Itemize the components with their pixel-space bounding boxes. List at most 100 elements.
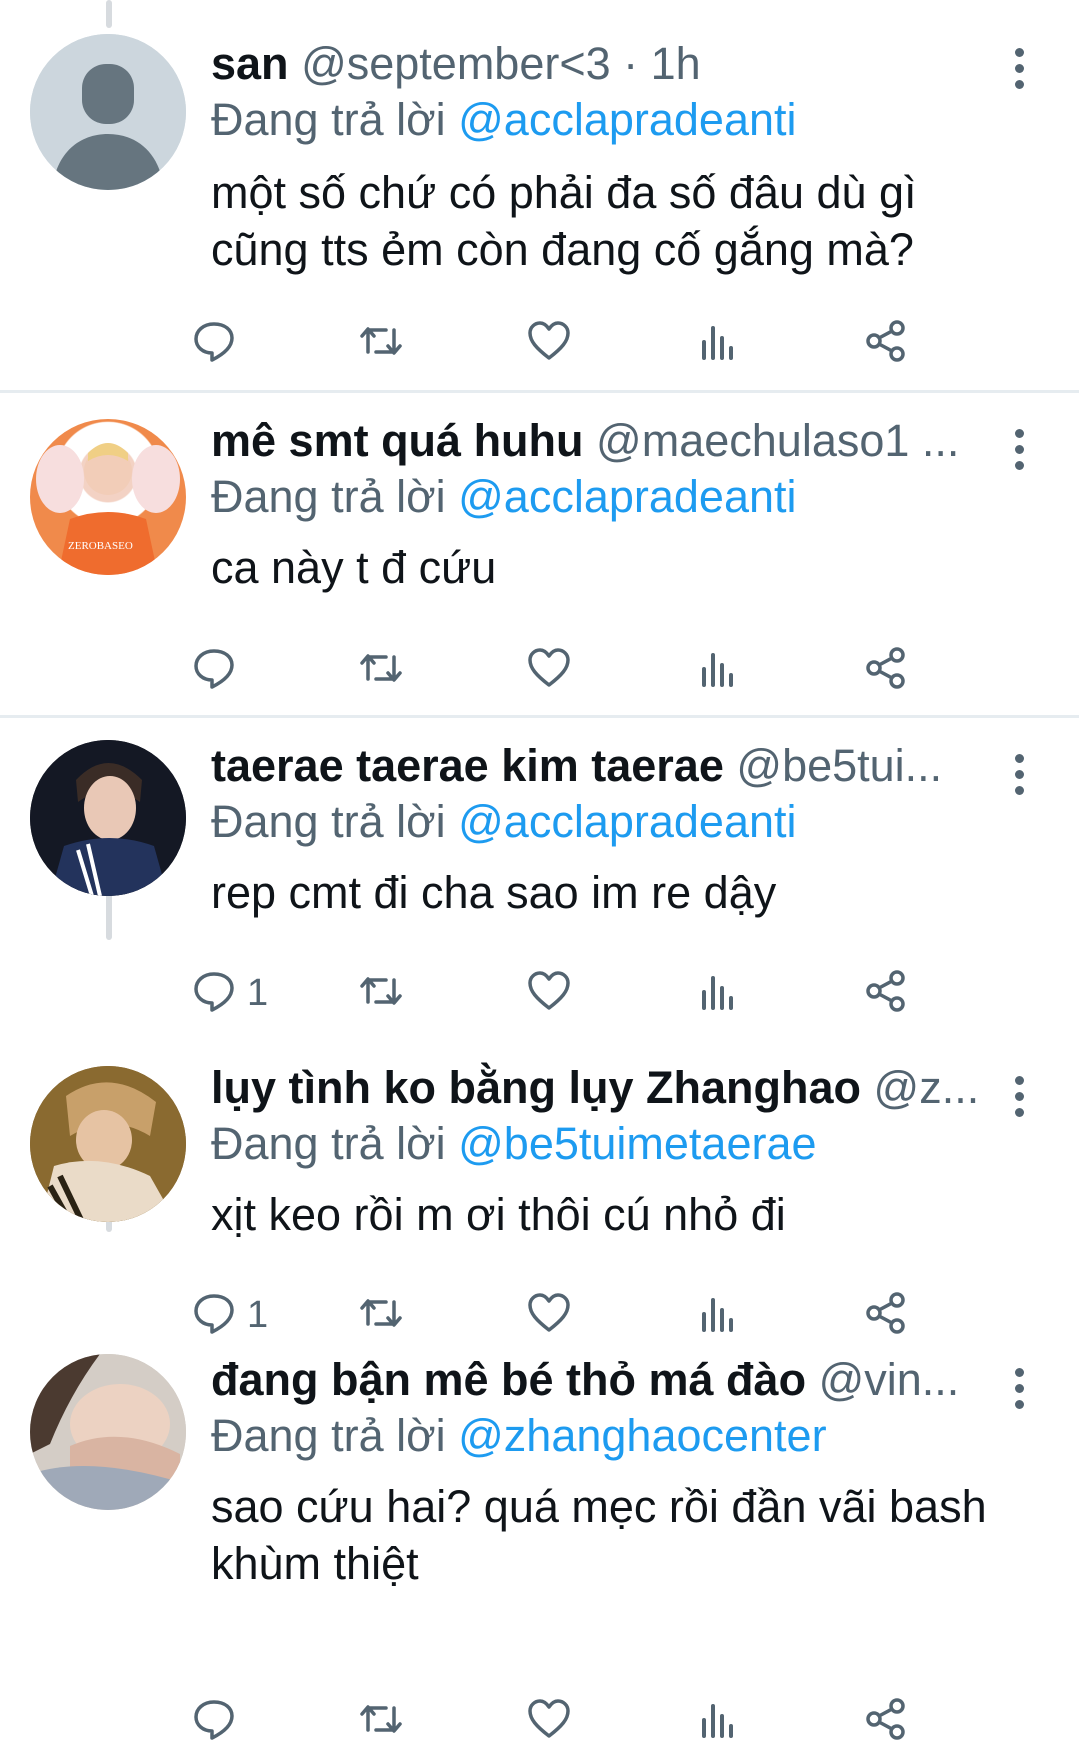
reply-count: 1	[247, 1293, 269, 1336]
tweet-header: san @september<3 · 1h	[211, 36, 981, 92]
share-button[interactable]	[863, 645, 909, 695]
retweet-button[interactable]	[358, 968, 404, 1018]
retweet-button[interactable]	[358, 318, 404, 368]
tweet-text: một số chứ có phải đa số đâu dù gì cũng …	[211, 167, 917, 275]
tweet[interactable]: san @september<3 · 1h Đang trả lời @accl…	[0, 0, 1079, 390]
like-button[interactable]	[526, 968, 572, 1018]
more-options-icon[interactable]	[1011, 1076, 1027, 1117]
more-options-icon[interactable]	[1011, 754, 1027, 795]
tweet-text: sao cứu hai? quá mẹc rồi đần vãi bash kh…	[211, 1481, 987, 1589]
avatar[interactable]	[30, 1354, 186, 1510]
avatar[interactable]	[30, 740, 186, 896]
mention-link[interactable]: @be5tuimetaerae	[458, 1118, 816, 1169]
tweet-actions	[194, 318, 1011, 368]
replying-prefix: Đang trả lời	[211, 1410, 446, 1461]
tweet-header: taerae taerae kim taerae @be5tui...	[211, 738, 981, 794]
user-photo-icon	[30, 740, 186, 896]
reply-count: 1	[247, 971, 269, 1014]
display-name[interactable]: lụy tình ko bằng lụy Zhanghao	[211, 1062, 861, 1113]
views-button[interactable]	[695, 645, 741, 695]
tweet[interactable]: đang bận mê bé thỏ má đào @vin... Đang t…	[0, 1332, 1079, 1743]
reply-button[interactable]	[191, 318, 247, 368]
reply-icon	[191, 968, 237, 1019]
tweet-text: rep cmt đi cha sao im re dậy	[211, 867, 777, 918]
like-icon	[526, 968, 572, 1019]
avatar[interactable]: ZEROBASEO	[30, 419, 186, 575]
like-icon	[526, 318, 572, 369]
views-icon	[695, 1696, 741, 1747]
retweet-button[interactable]	[358, 1696, 404, 1746]
replying-to: Đang trả lời @zhanghaocenter	[211, 1408, 1019, 1464]
display-name[interactable]: san	[211, 38, 289, 89]
retweet-icon	[358, 968, 404, 1019]
tweet-actions: 1	[194, 968, 1011, 1018]
share-button[interactable]	[863, 318, 909, 368]
handle-time[interactable]: @be5tui...	[736, 740, 942, 791]
display-name[interactable]: đang bận mê bé thỏ má đào	[211, 1354, 806, 1405]
share-icon	[863, 968, 909, 1019]
more-options-icon[interactable]	[1011, 429, 1027, 470]
user-photo-icon: ZEROBASEO	[36, 443, 180, 575]
mention-link[interactable]: @acclapradeanti	[458, 796, 796, 847]
mention-link[interactable]: @acclapradeanti	[458, 471, 796, 522]
replying-to: Đang trả lời @be5tuimetaerae	[211, 1116, 1019, 1172]
like-icon	[526, 1696, 572, 1747]
reply-icon	[191, 318, 237, 369]
reply-button[interactable]	[191, 645, 247, 695]
views-button[interactable]	[695, 318, 741, 368]
share-icon	[863, 318, 909, 369]
replying-to: Đang trả lời @acclapradeanti	[211, 92, 1019, 148]
replying-to: Đang trả lời @acclapradeanti	[211, 469, 1019, 525]
user-photo-icon	[30, 1066, 186, 1222]
replying-prefix: Đang trả lời	[211, 471, 446, 522]
reply-icon	[191, 1696, 237, 1747]
replying-prefix: Đang trả lời	[211, 1118, 446, 1169]
tweet-header: đang bận mê bé thỏ má đào @vin...	[211, 1352, 981, 1408]
tweet-actions	[194, 645, 1011, 695]
retweet-icon	[358, 1696, 404, 1747]
handle-time[interactable]: @vin...	[819, 1354, 960, 1405]
like-button[interactable]	[526, 645, 572, 695]
like-button[interactable]	[526, 318, 572, 368]
more-options-icon[interactable]	[1011, 1368, 1027, 1409]
tweet-text: ca này t đ cứu	[211, 542, 497, 593]
reply-icon	[191, 645, 237, 696]
user-photo-icon	[30, 1354, 186, 1510]
views-button[interactable]	[695, 968, 741, 1018]
retweet-button[interactable]	[358, 645, 404, 695]
share-button[interactable]	[863, 968, 909, 1018]
like-button[interactable]	[526, 1696, 572, 1746]
tweet[interactable]: taerae taerae kim taerae @be5tui... Đang…	[0, 718, 1079, 1038]
tweet-header: mê smt quá huhu @maechulaso1 ...	[211, 413, 981, 469]
tweet-actions	[194, 1696, 1011, 1746]
mention-link[interactable]: @zhanghaocenter	[458, 1410, 826, 1461]
like-icon	[526, 645, 572, 696]
avatar[interactable]	[30, 34, 186, 190]
reply-button[interactable]: 1	[191, 968, 268, 1018]
tweet-header: lụy tình ko bằng lụy Zhanghao @z...	[211, 1060, 981, 1116]
handle-time[interactable]: @z...	[874, 1062, 980, 1113]
replying-to: Đang trả lời @acclapradeanti	[211, 794, 1019, 850]
tweet-text: xịt keo rồi m ơi thôi cú nhỏ đi	[211, 1189, 786, 1240]
retweet-icon	[358, 645, 404, 696]
mention-link[interactable]: @acclapradeanti	[458, 94, 796, 145]
default-avatar-icon	[30, 34, 186, 190]
more-options-icon[interactable]	[1011, 48, 1027, 89]
replying-prefix: Đang trả lời	[211, 796, 446, 847]
handle-time[interactable]: @september<3 · 1h	[301, 38, 701, 89]
share-icon	[863, 1696, 909, 1747]
reply-button[interactable]	[191, 1696, 247, 1746]
handle-time[interactable]: @maechulaso1 ...	[596, 415, 959, 466]
display-name[interactable]: mê smt quá huhu	[211, 415, 584, 466]
views-button[interactable]	[695, 1696, 741, 1746]
share-icon	[863, 645, 909, 696]
tweet[interactable]: ZEROBASEO mê smt quá huhu @maechulaso1 .…	[0, 393, 1079, 715]
avatar[interactable]	[30, 1066, 186, 1222]
replying-prefix: Đang trả lời	[211, 94, 446, 145]
tweet[interactable]: lụy tình ko bằng lụy Zhanghao @z... Đang…	[0, 1040, 1079, 1336]
share-button[interactable]	[863, 1696, 909, 1746]
views-icon	[695, 968, 741, 1019]
views-icon	[695, 318, 741, 369]
display-name[interactable]: taerae taerae kim taerae	[211, 740, 724, 791]
svg-text:ZEROBASEO: ZEROBASEO	[68, 540, 133, 552]
